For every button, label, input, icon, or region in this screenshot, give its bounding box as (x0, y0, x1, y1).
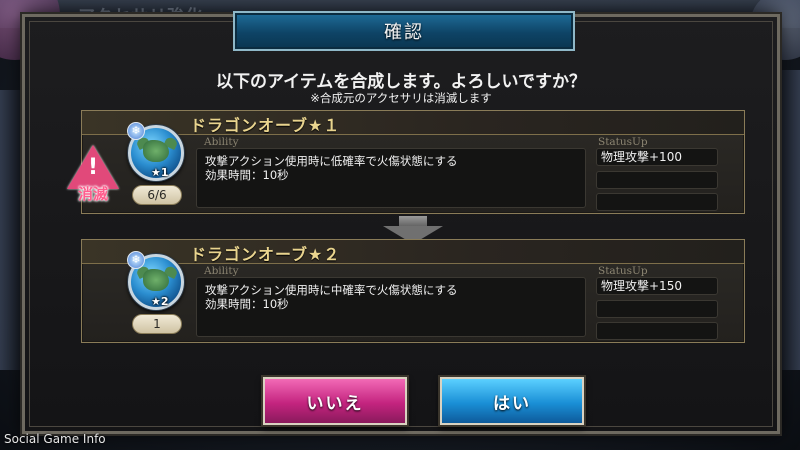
result-item-card: ドラゴンオーブ★２ ❄ ★2 1 Ability StatusUp 攻撃アクショ… (81, 239, 745, 343)
element-icon: ❄ (127, 251, 145, 269)
element-icon: ❄ (127, 122, 145, 140)
result-ability-text: 攻撃アクション使用時に中確率で火傷状態にする 効果時間：10秒 (196, 277, 586, 337)
source-item-stars: ★1 (151, 166, 169, 179)
yes-button[interactable]: はい (440, 377, 584, 425)
confirm-note: ※合成元のアクセサリは消滅します (310, 91, 492, 105)
result-ability-line-2: 効果時間：10秒 (205, 297, 289, 311)
source-ability-label: Ability (204, 136, 239, 148)
source-item-header (82, 111, 744, 135)
source-ability-text: 攻撃アクション使用時に低確率で火傷状態にする 効果時間：10秒 (196, 148, 586, 208)
result-ability-line-1: 攻撃アクション使用時に中確率で火傷状態にする (205, 283, 458, 297)
result-item-count: 1 (132, 314, 182, 334)
source-ability-line-1: 攻撃アクション使用時に低確率で火傷状態にする (205, 154, 458, 168)
source-ability-line-2: 効果時間：10秒 (205, 168, 289, 182)
result-ability-label: Ability (204, 265, 239, 277)
confirm-question: 以下のアイテムを合成します。よろしいですか？ (215, 72, 587, 92)
source-status-slot-1: 物理攻撃+100 (596, 148, 718, 166)
dragon-orb-icon: ❄ ★1 (127, 122, 184, 181)
dialog-title-plate: 確認 (233, 11, 575, 51)
source-item-count: 6/6 (132, 185, 182, 205)
no-button-label: いいえ (306, 393, 364, 414)
no-button[interactable]: いいえ (263, 377, 407, 425)
dragon-orb-icon: ❄ ★2 (127, 251, 184, 310)
result-item-header (82, 240, 744, 264)
warning-exclamation: ! (87, 155, 99, 180)
result-item-stars: ★2 (151, 295, 169, 308)
source-status-label: StatusUp (598, 136, 648, 148)
dialog-title: 確認 (384, 22, 424, 43)
source-status-slot-2 (596, 171, 718, 189)
result-status-slot-2 (596, 300, 718, 318)
destroy-badge: ! 消滅 (65, 145, 121, 205)
dragon-figure (143, 140, 169, 162)
source-item-card: ドラゴンオーブ★１ ❄ ★1 6/6 Ability StatusUp 攻撃アク… (81, 110, 745, 214)
background-panel-right (778, 70, 800, 370)
result-status-slot-3 (596, 322, 718, 340)
destroy-label: 消滅 (77, 185, 108, 203)
background-panel-left (0, 90, 22, 370)
result-status-slot-1: 物理攻撃+150 (596, 277, 718, 295)
confirm-dialog: 確認 以下のアイテムを合成します。よろしいですか？ ※合成元のアクセサリは消滅し… (22, 11, 780, 434)
watermark: Social Game Info (4, 432, 106, 446)
dragon-figure (143, 269, 169, 291)
yes-button-label: はい (493, 393, 531, 414)
source-item-name: ドラゴンオーブ★１ (190, 116, 341, 135)
result-item-name: ドラゴンオーブ★２ (190, 245, 341, 264)
result-status-label: StatusUp (598, 265, 648, 277)
source-status-slot-3 (596, 193, 718, 211)
